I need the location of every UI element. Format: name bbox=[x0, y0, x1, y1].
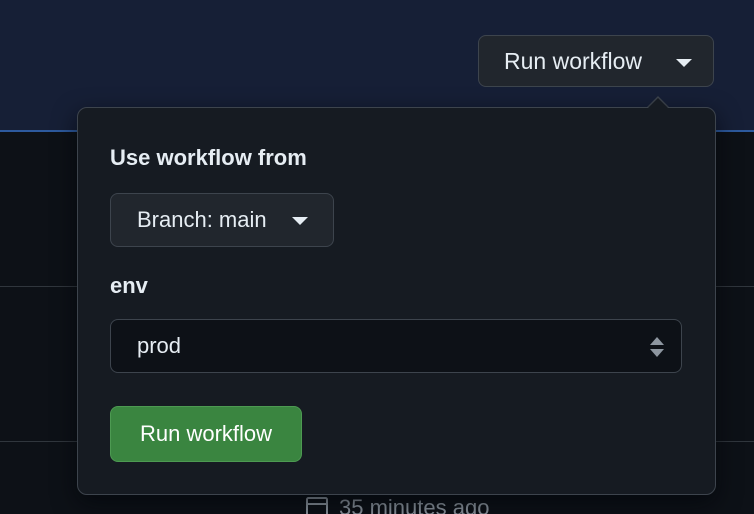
env-select-value: prod bbox=[137, 333, 182, 358]
calendar-icon bbox=[306, 497, 328, 514]
branch-select-button[interactable]: Branch: main bbox=[110, 193, 334, 247]
branch-select-label: Branch: main bbox=[137, 207, 267, 232]
popover-arrow bbox=[648, 98, 668, 108]
popover-title: Use workflow from bbox=[110, 145, 307, 170]
run-workflow-dropdown-button[interactable]: Run workflow bbox=[478, 35, 714, 87]
env-field-label: env bbox=[110, 273, 148, 298]
chevron-down-icon bbox=[676, 59, 692, 67]
run-timestamp: 35 minutes ago bbox=[305, 495, 489, 514]
chevron-down-icon bbox=[292, 217, 308, 225]
env-select[interactable]: prod bbox=[110, 319, 682, 373]
run-workflow-dropdown-label: Run workflow bbox=[504, 47, 643, 74]
timestamp-text: 35 minutes ago bbox=[339, 495, 490, 514]
select-updown-icon bbox=[650, 337, 664, 357]
run-workflow-submit-button[interactable]: Run workflow bbox=[110, 406, 302, 462]
run-workflow-submit-label: Run workflow bbox=[139, 421, 273, 446]
